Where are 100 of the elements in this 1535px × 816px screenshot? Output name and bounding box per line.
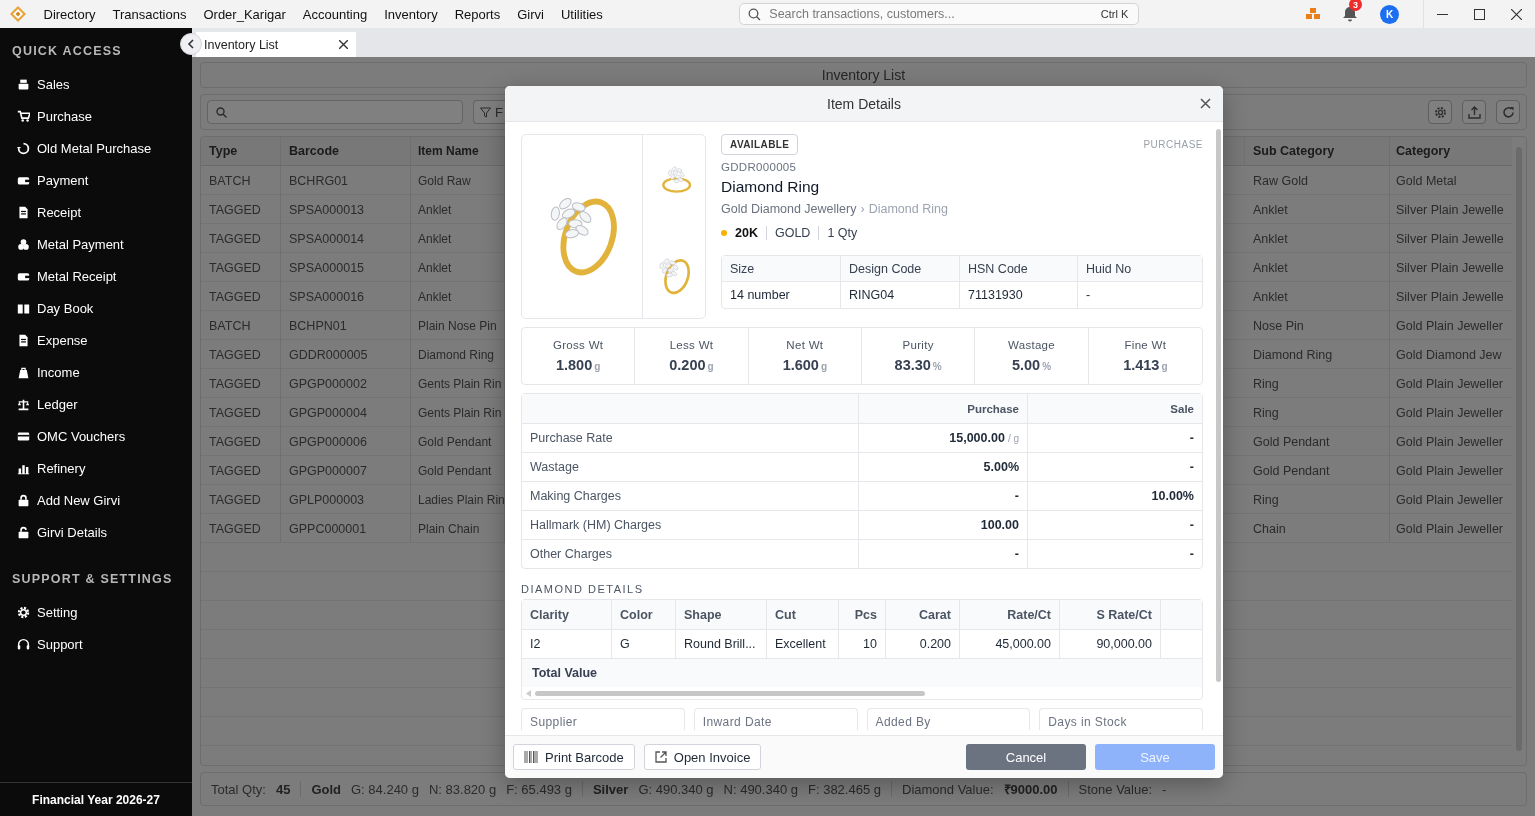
info-field-label: Days in Stock	[1048, 715, 1127, 729]
table-cell: BATCH	[201, 166, 281, 195]
total-qty-value: 45	[275, 781, 291, 797]
breadcrumb-item[interactable]: Gold Diamond Jewellery	[721, 202, 857, 216]
table-cell: GDDR000005	[281, 340, 411, 369]
table-cell-text: Silver Plain Jewelle	[1395, 259, 1505, 277]
table-cell: Nose Pin	[1245, 311, 1390, 340]
table-cell: -	[1028, 423, 1202, 452]
diamond-value: ₹9000.00	[1003, 781, 1058, 798]
table-cell-text: Gold Plain Jeweller	[1395, 433, 1504, 451]
column-header[interactable]: Type	[201, 137, 281, 166]
menu-item[interactable]: Inventory	[375, 6, 447, 22]
sidebar-item[interactable]: Purchase	[0, 100, 192, 132]
user-avatar[interactable]: K	[1380, 4, 1399, 24]
shortcut-hint: Ctrl K	[1100, 8, 1129, 20]
filter-icon	[480, 106, 491, 118]
table-cell: Anklet	[1245, 253, 1390, 282]
menu-item[interactable]: Directory	[35, 6, 104, 22]
ingot-stack-icon[interactable]	[1306, 8, 1320, 20]
attribute-value: -	[1085, 287, 1092, 304]
weight-value: 1.413 g	[1123, 357, 1168, 373]
table-cell-text: Gold Plain Jeweller	[1395, 404, 1504, 422]
charge-label: Making Charges	[522, 481, 859, 510]
register-icon	[17, 77, 30, 91]
cancel-button[interactable]: Cancel	[966, 744, 1086, 770]
document-icon	[17, 333, 30, 347]
column-header: Color	[612, 600, 676, 630]
column-header: Cut	[767, 600, 839, 630]
settings-button[interactable]	[1428, 100, 1452, 124]
table-cell: SPSA000013	[281, 195, 411, 224]
breadcrumb-separator: ›	[860, 202, 865, 216]
table-cell: GPGP000007	[281, 456, 411, 485]
menu-item[interactable]: Utilities	[552, 6, 612, 22]
table-cell: Diamond Ring	[1245, 340, 1390, 369]
charge-label: Hallmark (HM) Charges	[522, 510, 859, 539]
menu-item[interactable]: Accounting	[294, 6, 376, 22]
weight-summary: F: 65.493 g	[506, 781, 572, 797]
table-cell: 10.00%	[1028, 481, 1202, 510]
status-tag: AVAILABLE	[721, 134, 799, 155]
sidebar-item[interactable]: Support	[0, 628, 192, 660]
scrollbar-thumb[interactable]	[535, 690, 925, 696]
attribute-value: RING04	[841, 282, 960, 308]
column-header: S Rate/Ct	[1060, 600, 1161, 630]
column-header[interactable]: Category	[1390, 137, 1512, 166]
search-field[interactable]	[207, 100, 463, 124]
stone-value-label: Stone Value:	[1078, 781, 1153, 797]
table-cell: BCHPN01	[281, 311, 411, 340]
menu-item[interactable]: Reports	[446, 6, 509, 22]
sidebar-item[interactable]: Day Book	[0, 292, 192, 324]
weight-summary: G: 490.340 g	[638, 781, 714, 797]
table-cell-text: Silver Plain Jewelle	[1395, 230, 1505, 248]
sidebar-item[interactable]: Receipt	[0, 196, 192, 228]
dialog-title: Item Details	[827, 95, 901, 112]
lock-icon	[17, 493, 30, 507]
close-icon	[1511, 8, 1522, 20]
sidebar-item[interactable]: Add New Girvi	[0, 484, 192, 516]
sidebar-item[interactable]: Payment	[0, 164, 192, 196]
print-barcode-button[interactable]: Print Barcode	[513, 744, 635, 770]
coins-icon	[17, 237, 30, 251]
charge-label: Purchase Rate	[522, 423, 859, 452]
attribute-label: Design Code	[841, 256, 960, 282]
table-cell-text: Gold Diamond Jew	[1395, 346, 1503, 364]
sidebar-item[interactable]: Refinery	[0, 452, 192, 484]
export-button[interactable]	[1462, 100, 1486, 124]
sidebar-item[interactable]: Girvi Details	[0, 516, 192, 548]
weight-value: 83.30%	[894, 357, 942, 373]
cart-icon	[17, 109, 30, 123]
column-header[interactable]: Barcode	[281, 137, 411, 166]
sidebar-item[interactable]: Ledger	[0, 388, 192, 420]
sidebar-item[interactable]: Metal Receipt	[0, 260, 192, 292]
sidebar-item[interactable]: Metal Payment	[0, 228, 192, 260]
open-invoice-button[interactable]: Open Invoice	[643, 744, 762, 770]
sidebar-item[interactable]: Setting	[0, 596, 192, 628]
item-code: GDDR000005	[721, 161, 798, 173]
sidebar-item[interactable]: Expense	[0, 324, 192, 356]
info-field-label: Inward Date	[702, 715, 772, 729]
menu-item[interactable]: Transactions	[104, 6, 195, 22]
weight-label: Less Wt	[669, 339, 714, 351]
table-cell: Ring	[1245, 398, 1390, 427]
close-button[interactable]	[1200, 98, 1211, 109]
financial-year: Financial Year 2026-27	[32, 792, 160, 807]
table-cell: GPGP000004	[281, 398, 411, 427]
refresh-button[interactable]	[1496, 100, 1520, 124]
book-icon	[17, 301, 30, 315]
sidebar-item[interactable]: Old Metal Purchase	[0, 132, 192, 164]
table-cell: 100.00	[859, 510, 1028, 539]
column-header[interactable]: Sub Category	[1245, 137, 1390, 166]
weight-summary: N: 490.340 g	[723, 781, 798, 797]
sidebar-item[interactable]: Sales	[0, 68, 192, 100]
notification-badge: 3	[1349, 0, 1362, 11]
menu-item[interactable]: Girvi	[508, 6, 553, 22]
table-cell: TAGGED	[201, 224, 281, 253]
table-cell-text: Silver Plain Jewelle	[1395, 288, 1505, 306]
tab[interactable]: Inventory List	[196, 32, 356, 57]
column-header[interactable]: Item Name	[411, 137, 505, 166]
close-tab-icon[interactable]	[339, 40, 348, 49]
diamond-value-label: Diamond Value:	[902, 781, 994, 797]
menu-item[interactable]: Order_Karigar	[194, 6, 295, 22]
sidebar-item[interactable]: OMC Vouchers	[0, 420, 192, 452]
sidebar-item[interactable]: Income	[0, 356, 192, 388]
